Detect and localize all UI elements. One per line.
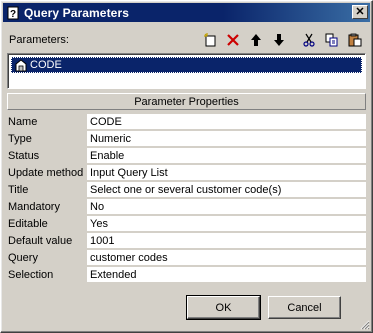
query-parameters-dialog: ? Query Parameters ✕ Parameters: CODE Pa…: [0, 0, 373, 333]
help-document-icon: ?: [7, 6, 19, 20]
property-name: Default value: [8, 235, 73, 247]
list-item[interactable]: CODE: [11, 57, 362, 73]
delete-icon: [227, 34, 239, 46]
copy-icon: [325, 33, 338, 47]
property-value[interactable]: No: [87, 199, 366, 215]
table-row: Editable Yes: [7, 216, 366, 233]
property-name: Editable: [8, 218, 48, 230]
table-row: Selection Extended: [7, 267, 366, 284]
property-value[interactable]: customer codes: [87, 250, 366, 266]
properties-header-label: Parameter Properties: [134, 95, 239, 108]
table-row: Title Select one or several customer cod…: [7, 182, 366, 199]
parameters-label: Parameters:: [9, 34, 69, 46]
table-row: Name CODE: [7, 114, 366, 131]
property-name: Query: [8, 252, 38, 264]
resize-grip-icon[interactable]: [358, 318, 370, 330]
table-row: Update method Input Query List: [7, 165, 366, 182]
move-up-icon: [251, 34, 261, 46]
property-name: Mandatory: [8, 201, 60, 213]
property-value[interactable]: Extended: [87, 267, 366, 283]
property-value[interactable]: 1001: [87, 233, 366, 249]
property-name: Selection: [8, 269, 54, 281]
svg-text:?: ?: [10, 9, 16, 20]
property-name: Name: [8, 116, 38, 128]
property-value[interactable]: CODE: [87, 114, 366, 130]
move-down-button[interactable]: [268, 30, 290, 50]
table-row: Type Numeric: [7, 131, 366, 148]
property-name: Update method: [8, 167, 84, 179]
property-name: Status: [8, 150, 40, 162]
table-row: Status Enable: [7, 148, 366, 165]
property-value[interactable]: Input Query List: [87, 165, 366, 181]
table-row: Mandatory No: [7, 199, 366, 216]
property-value[interactable]: Numeric: [87, 131, 366, 147]
move-up-button[interactable]: [245, 30, 267, 50]
property-value[interactable]: Select one or several customer code(s): [87, 182, 366, 198]
ok-button-label: OK: [215, 301, 232, 314]
copy-button[interactable]: [321, 30, 343, 50]
parameters-toolbar: [199, 30, 366, 50]
window-title: Query Parameters: [24, 5, 129, 20]
delete-parameter-button[interactable]: [222, 30, 244, 50]
new-parameter-button[interactable]: [199, 30, 221, 50]
property-value[interactable]: Enable: [87, 148, 366, 164]
cancel-button[interactable]: Cancel: [268, 296, 341, 319]
move-down-icon: [274, 34, 284, 46]
cancel-button-label: Cancel: [287, 301, 322, 314]
close-button[interactable]: ✕: [352, 5, 368, 19]
list-item-label: CODE: [30, 59, 62, 71]
close-icon: ✕: [355, 5, 365, 18]
property-value[interactable]: Yes: [87, 216, 366, 232]
table-row: Default value 1001: [7, 233, 366, 250]
paste-button[interactable]: [344, 30, 366, 50]
ok-button[interactable]: OK: [186, 295, 261, 320]
properties-header: Parameter Properties: [7, 93, 366, 110]
parameters-list[interactable]: CODE: [7, 53, 366, 89]
parameter-icon: [15, 59, 27, 72]
title-bar[interactable]: ? Query Parameters ✕: [3, 3, 370, 22]
table-row: Query customer codes: [7, 250, 366, 267]
properties-grid: Name CODE Type Numeric Status Enable Upd…: [7, 114, 366, 284]
property-name: Title: [8, 184, 29, 196]
paste-icon: [348, 33, 362, 47]
property-name: Type: [8, 133, 32, 145]
cut-button[interactable]: [298, 30, 320, 50]
cut-icon: [303, 33, 315, 47]
new-icon: [204, 33, 216, 47]
